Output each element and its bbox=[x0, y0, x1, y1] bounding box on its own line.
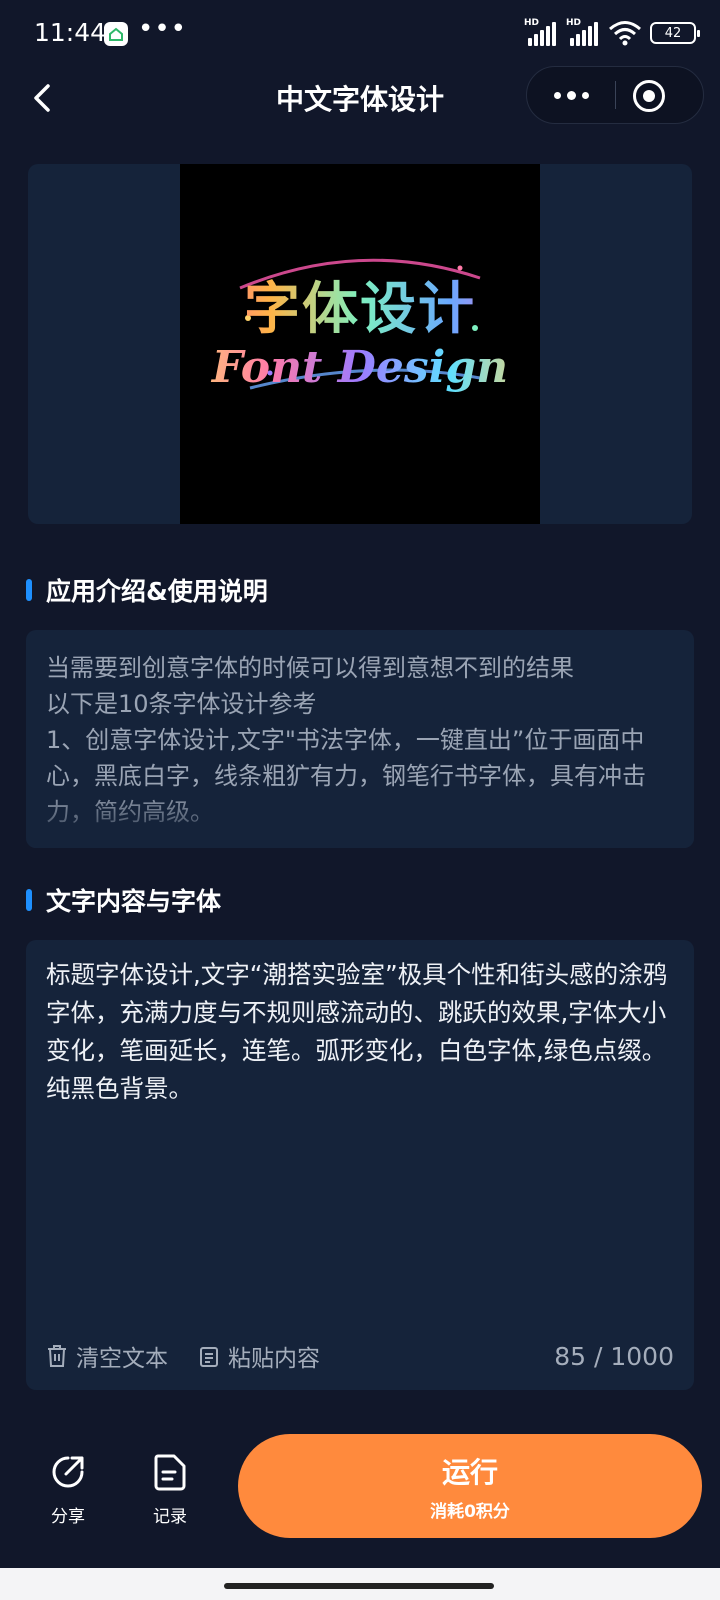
paste-content-button[interactable]: 粘贴内容 bbox=[198, 1339, 320, 1373]
status-bar: 11:44 ••• HD HD 42 bbox=[0, 0, 720, 66]
banner-artwork: 字体设计 Font Design bbox=[180, 164, 540, 524]
status-more-dots: ••• bbox=[138, 14, 188, 44]
history-button[interactable]: 记录 bbox=[130, 1452, 210, 1527]
share-label: 分享 bbox=[51, 1507, 85, 1527]
mini-program-capsule bbox=[526, 66, 704, 124]
battery-level: 42 bbox=[664, 25, 682, 41]
content-input-text[interactable]: 标题字体设计,文字“潮搭实验室”极具个性和街头感的涂鸦字体，充满力度与不规则感流… bbox=[46, 956, 676, 1108]
close-target-icon[interactable] bbox=[633, 80, 665, 112]
document-icon bbox=[154, 1454, 186, 1491]
status-time: 11:44 bbox=[34, 18, 107, 47]
wifi-icon bbox=[609, 21, 641, 46]
app-notification-icon bbox=[104, 22, 128, 46]
section-accent-bar bbox=[26, 579, 32, 601]
banner-art-text-en: Font Design bbox=[180, 342, 540, 393]
banner-image: 字体设计 Font Design bbox=[28, 164, 692, 524]
character-counter: 85 / 1000 bbox=[554, 1341, 674, 1371]
cellular-signal-2-icon: HD bbox=[566, 18, 600, 46]
capsule-divider bbox=[615, 81, 616, 109]
content-textarea[interactable]: 标题字体设计,文字“潮搭实验室”极具个性和街头感的涂鸦字体，充满力度与不规则感流… bbox=[26, 940, 694, 1390]
run-cost-label: 消耗0积分 bbox=[430, 1501, 510, 1522]
content-heading: 文字内容与字体 bbox=[46, 887, 222, 916]
intro-heading: 应用介绍&使用说明 bbox=[46, 577, 268, 606]
intro-card[interactable]: 当需要到创意字体的时候可以得到意想不到的结果 以下是10条字体设计参考 1、创意… bbox=[26, 630, 694, 848]
battery-icon: 42 bbox=[650, 22, 700, 44]
history-label: 记录 bbox=[153, 1507, 187, 1527]
cellular-signal-icon: HD bbox=[524, 18, 558, 46]
more-button[interactable] bbox=[527, 67, 615, 123]
content-section-heading: 文字内容与字体 bbox=[26, 880, 221, 920]
intro-section-heading: 应用介绍&使用说明 bbox=[26, 570, 268, 610]
banner-art-text-cn: 字体设计 bbox=[180, 264, 540, 345]
paste-icon bbox=[200, 1347, 218, 1367]
bottom-action-bar: 分享 记录 运行 消耗0积分 bbox=[0, 1420, 720, 1570]
home-indicator bbox=[0, 1568, 720, 1600]
paste-content-label: 粘贴内容 bbox=[228, 1346, 320, 1372]
share-icon bbox=[52, 1456, 84, 1488]
run-button[interactable]: 运行 消耗0积分 bbox=[238, 1434, 702, 1538]
run-label: 运行 bbox=[441, 1455, 498, 1489]
intro-fade-overlay bbox=[26, 788, 694, 848]
trash-icon bbox=[48, 1345, 66, 1367]
clear-text-label: 清空文本 bbox=[76, 1346, 168, 1372]
section-accent-bar bbox=[26, 889, 32, 911]
clear-text-button[interactable]: 清空文本 bbox=[46, 1339, 168, 1373]
share-button[interactable]: 分享 bbox=[28, 1452, 108, 1527]
nav-bar: 中文字体设计 bbox=[0, 66, 720, 130]
content-toolbar: 清空文本 粘贴内容 85 / 1000 bbox=[46, 1336, 674, 1376]
